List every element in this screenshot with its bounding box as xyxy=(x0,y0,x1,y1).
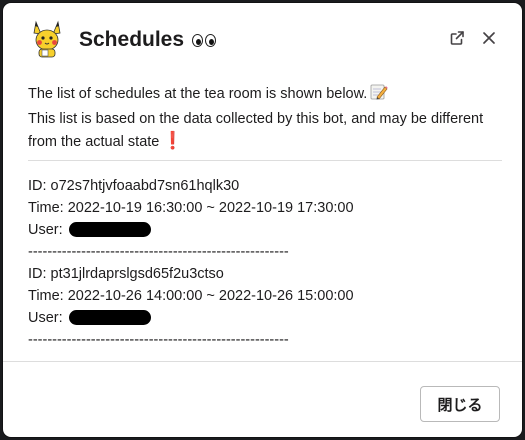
memo-icon xyxy=(370,83,388,108)
redacted-user-mark xyxy=(68,310,151,325)
modal-header: Schedules xyxy=(3,3,522,73)
schedule-id: ID: pt31jlrdaprslgsd65f2u3ctso xyxy=(28,266,224,282)
schedules-modal: Schedules The list of schedules at the t… xyxy=(3,3,522,437)
modal-body: The list of schedules at the tea room is… xyxy=(28,83,502,348)
schedule-user: User: xyxy=(28,307,502,329)
external-link-icon[interactable] xyxy=(444,25,470,51)
close-icon[interactable] xyxy=(476,25,502,51)
schedule-user-label: User: xyxy=(28,310,63,326)
exclamation-icon: ❗ xyxy=(162,131,184,150)
modal-footer: 閉じる xyxy=(3,361,522,437)
schedule-item: ID: o72s7htjvfoaabd7sn61hqlk30 Time: 202… xyxy=(28,175,502,263)
intro-line-1: The list of schedules at the tea room is… xyxy=(28,86,368,102)
intro-line-2-wrap: This list is based on the data collected… xyxy=(28,108,502,153)
schedule-time: Time: 2022-10-19 16:30:00 ~ 2022-10-19 1… xyxy=(28,200,354,216)
redacted-user-mark xyxy=(68,222,151,237)
schedule-user: User: xyxy=(28,219,502,241)
modal-title: Schedules xyxy=(79,28,185,51)
eyes-icon xyxy=(192,33,217,47)
schedule-separator: ----------------------------------------… xyxy=(28,332,289,348)
intro-text: The list of schedules at the tea room is… xyxy=(28,83,502,153)
schedule-separator: ----------------------------------------… xyxy=(28,244,289,260)
pikachu-avatar-icon xyxy=(28,20,66,58)
schedule-time: Time: 2022-10-26 14:00:00 ~ 2022-10-26 1… xyxy=(28,288,354,304)
close-button[interactable]: 閉じる xyxy=(420,386,500,422)
schedule-user-label: User: xyxy=(28,222,63,238)
schedule-item: ID: pt31jlrdaprslgsd65f2u3ctso Time: 202… xyxy=(28,263,502,351)
schedule-id: ID: o72s7htjvfoaabd7sn61hqlk30 xyxy=(28,178,240,194)
intro-line-2: This list is based on the data collected… xyxy=(28,111,484,150)
divider xyxy=(28,160,502,161)
